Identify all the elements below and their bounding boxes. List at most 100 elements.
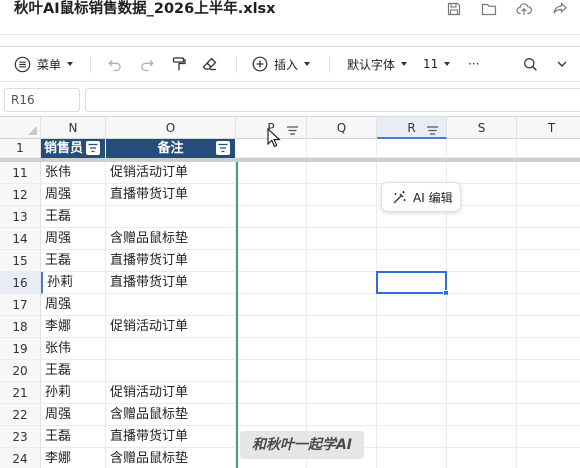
row-header-1[interactable]: 1 <box>0 139 41 158</box>
cell[interactable] <box>377 404 447 426</box>
cell[interactable] <box>517 250 580 272</box>
cell-salesperson[interactable]: 张伟 <box>41 162 106 184</box>
filter-dropdown-button[interactable] <box>216 141 230 155</box>
cell[interactable] <box>447 250 517 272</box>
cell[interactable] <box>447 272 517 294</box>
format-painter-button[interactable] <box>171 47 187 81</box>
cell[interactable] <box>307 272 377 294</box>
font-family-select[interactable]: 默认字体 <box>347 47 408 81</box>
cell-salesperson[interactable]: 王磊 <box>41 250 106 272</box>
select-all-corner[interactable] <box>0 117 41 139</box>
cell[interactable] <box>517 382 580 404</box>
cell[interactable] <box>447 228 517 250</box>
cell-salesperson[interactable]: 孙莉 <box>41 272 106 294</box>
ai-edit-button[interactable]: AI 编辑 <box>381 182 461 212</box>
cell[interactable] <box>307 184 377 206</box>
row-header-19[interactable]: 19 <box>0 338 41 360</box>
cell[interactable] <box>377 250 447 272</box>
column-header-s[interactable]: S <box>447 117 517 139</box>
column-header-t[interactable]: T <box>517 117 580 139</box>
cell[interactable] <box>517 184 580 206</box>
cell[interactable] <box>377 382 447 404</box>
folder-icon[interactable] <box>481 1 497 17</box>
cell[interactable] <box>517 228 580 250</box>
cell[interactable] <box>517 316 580 338</box>
row-header-15[interactable]: 15 <box>0 250 41 272</box>
filter-dropdown-button[interactable] <box>86 141 100 155</box>
cell-notes[interactable] <box>106 360 236 382</box>
share-icon[interactable] <box>552 1 568 17</box>
column-header-q[interactable]: Q <box>307 117 377 139</box>
cell[interactable] <box>236 184 307 206</box>
row-header-22[interactable]: 22 <box>0 404 41 426</box>
cell[interactable] <box>307 294 377 316</box>
cell-salesperson[interactable]: 李娜 <box>41 448 106 468</box>
cell[interactable] <box>377 228 447 250</box>
cell[interactable] <box>307 404 377 426</box>
cell-notes[interactable] <box>106 294 236 316</box>
formula-input[interactable] <box>85 88 580 112</box>
redo-button[interactable] <box>139 47 155 81</box>
column-header-n[interactable]: N <box>41 117 106 139</box>
cell-notes[interactable]: 含赠品鼠标垫 <box>106 448 236 468</box>
cell[interactable] <box>307 228 377 250</box>
cell-notes[interactable]: 直播带货订单 <box>106 272 236 294</box>
cell-notes[interactable]: 含赠品鼠标垫 <box>106 228 236 250</box>
cell[interactable] <box>307 382 377 404</box>
collapse-toolbar-button[interactable] <box>556 47 568 81</box>
row-header-12[interactable]: 12 <box>0 184 41 206</box>
cell-salesperson[interactable]: 王磊 <box>41 360 106 382</box>
row-header-17[interactable]: 17 <box>0 294 41 316</box>
cell[interactable] <box>517 448 580 468</box>
cell[interactable] <box>377 139 447 158</box>
cell[interactable] <box>447 404 517 426</box>
cell-notes[interactable]: 直播带货订单 <box>106 250 236 272</box>
column-header-r[interactable]: R <box>377 117 447 139</box>
save-icon[interactable] <box>446 1 462 17</box>
cloud-upload-icon[interactable] <box>516 1 532 17</box>
cell[interactable] <box>447 426 517 448</box>
cell-salesperson[interactable]: 王磊 <box>41 206 106 228</box>
cell[interactable] <box>236 250 307 272</box>
cell[interactable] <box>517 206 580 228</box>
row-header-16[interactable]: 16 <box>0 272 41 294</box>
cell[interactable] <box>307 206 377 228</box>
cell[interactable] <box>447 338 517 360</box>
cell[interactable] <box>447 448 517 468</box>
cell-notes[interactable]: 促销活动订单 <box>106 316 236 338</box>
cell[interactable] <box>236 338 307 360</box>
cell[interactable] <box>377 316 447 338</box>
cell-salesperson[interactable]: 王磊 <box>41 426 106 448</box>
cell[interactable] <box>377 448 447 468</box>
row-header-18[interactable]: 18 <box>0 316 41 338</box>
font-size-select[interactable]: 11 <box>423 47 451 81</box>
cell[interactable] <box>236 316 307 338</box>
cell[interactable] <box>236 162 307 184</box>
cell[interactable] <box>236 360 307 382</box>
cell-notes[interactable]: 直播带货订单 <box>106 426 236 448</box>
row-header-24[interactable]: 24 <box>0 448 41 468</box>
cell-notes[interactable]: 含赠品鼠标垫 <box>106 404 236 426</box>
cell[interactable] <box>517 272 580 294</box>
cell[interactable] <box>377 162 447 184</box>
cell[interactable] <box>307 250 377 272</box>
row-header-20[interactable]: 20 <box>0 360 41 382</box>
column-header-o[interactable]: O <box>106 117 236 139</box>
cell[interactable] <box>447 294 517 316</box>
cell-salesperson[interactable]: 周强 <box>41 228 106 250</box>
cell[interactable] <box>517 139 580 158</box>
cell[interactable] <box>447 382 517 404</box>
name-box[interactable]: R16 <box>4 88 80 112</box>
cell[interactable] <box>236 228 307 250</box>
row-header-21[interactable]: 21 <box>0 382 41 404</box>
cell-salesperson[interactable]: 张伟 <box>41 338 106 360</box>
cell-salesperson[interactable]: 周强 <box>41 184 106 206</box>
cell[interactable] <box>517 338 580 360</box>
cell[interactable] <box>517 360 580 382</box>
cell[interactable] <box>447 316 517 338</box>
cell[interactable] <box>236 382 307 404</box>
cell[interactable] <box>307 338 377 360</box>
column-filter-icon[interactable] <box>286 122 299 135</box>
cell-salesperson[interactable]: 李娜 <box>41 316 106 338</box>
cell-notes[interactable] <box>106 338 236 360</box>
